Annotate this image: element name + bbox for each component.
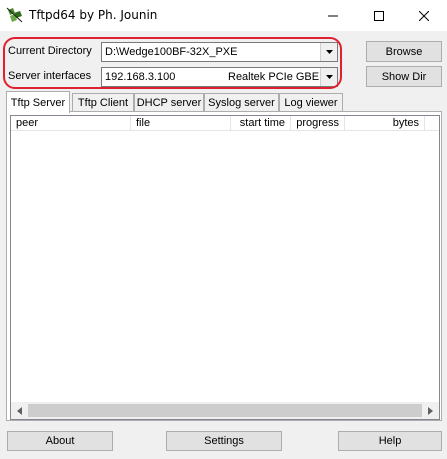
tab-dhcp-server[interactable]: DHCP server (134, 93, 204, 112)
settings-button[interactable]: Settings (166, 431, 282, 451)
title-bar[interactable]: Tftpd64 by Ph. Jounin (0, 0, 447, 31)
column-header-file[interactable]: file (131, 116, 231, 131)
scroll-right-button[interactable] (422, 402, 439, 419)
scroll-left-button[interactable] (11, 402, 28, 419)
browse-button[interactable]: Browse (366, 41, 442, 62)
column-header-start-time[interactable]: start time (231, 116, 291, 131)
column-header-bytes[interactable]: bytes (345, 116, 425, 131)
minimize-icon (328, 15, 338, 16)
column-header-peer[interactable]: peer (11, 116, 131, 131)
scrollbar-thumb[interactable] (28, 404, 422, 417)
about-button[interactable]: About (7, 431, 113, 451)
tab-tftp-server[interactable]: Tftp Server (6, 91, 70, 113)
tab-tftp-client[interactable]: Tftp Client (72, 93, 134, 112)
chevron-left-icon (17, 406, 22, 415)
tab-syslog-server[interactable]: Syslog server (204, 93, 279, 112)
maximize-icon (374, 10, 384, 21)
close-icon (419, 10, 429, 21)
chevron-right-icon (428, 406, 433, 415)
transfers-list[interactable]: peer file start time progress bytes (10, 115, 440, 420)
close-button[interactable] (401, 0, 447, 31)
horizontal-scrollbar[interactable] (11, 402, 439, 419)
window-title: Tftpd64 by Ph. Jounin (29, 8, 158, 22)
tab-log-viewer[interactable]: Log viewer (279, 93, 343, 112)
highlight-annotation (3, 37, 342, 89)
minimize-button[interactable] (310, 0, 356, 31)
maximize-button[interactable] (356, 0, 402, 31)
app-icon (6, 7, 23, 23)
show-dir-button[interactable]: Show Dir (366, 66, 442, 87)
column-header-progress[interactable]: progress (291, 116, 345, 131)
help-button[interactable]: Help (338, 431, 442, 451)
list-header: peer file start time progress bytes (11, 116, 439, 131)
tab-panel: peer file start time progress bytes (6, 111, 442, 421)
